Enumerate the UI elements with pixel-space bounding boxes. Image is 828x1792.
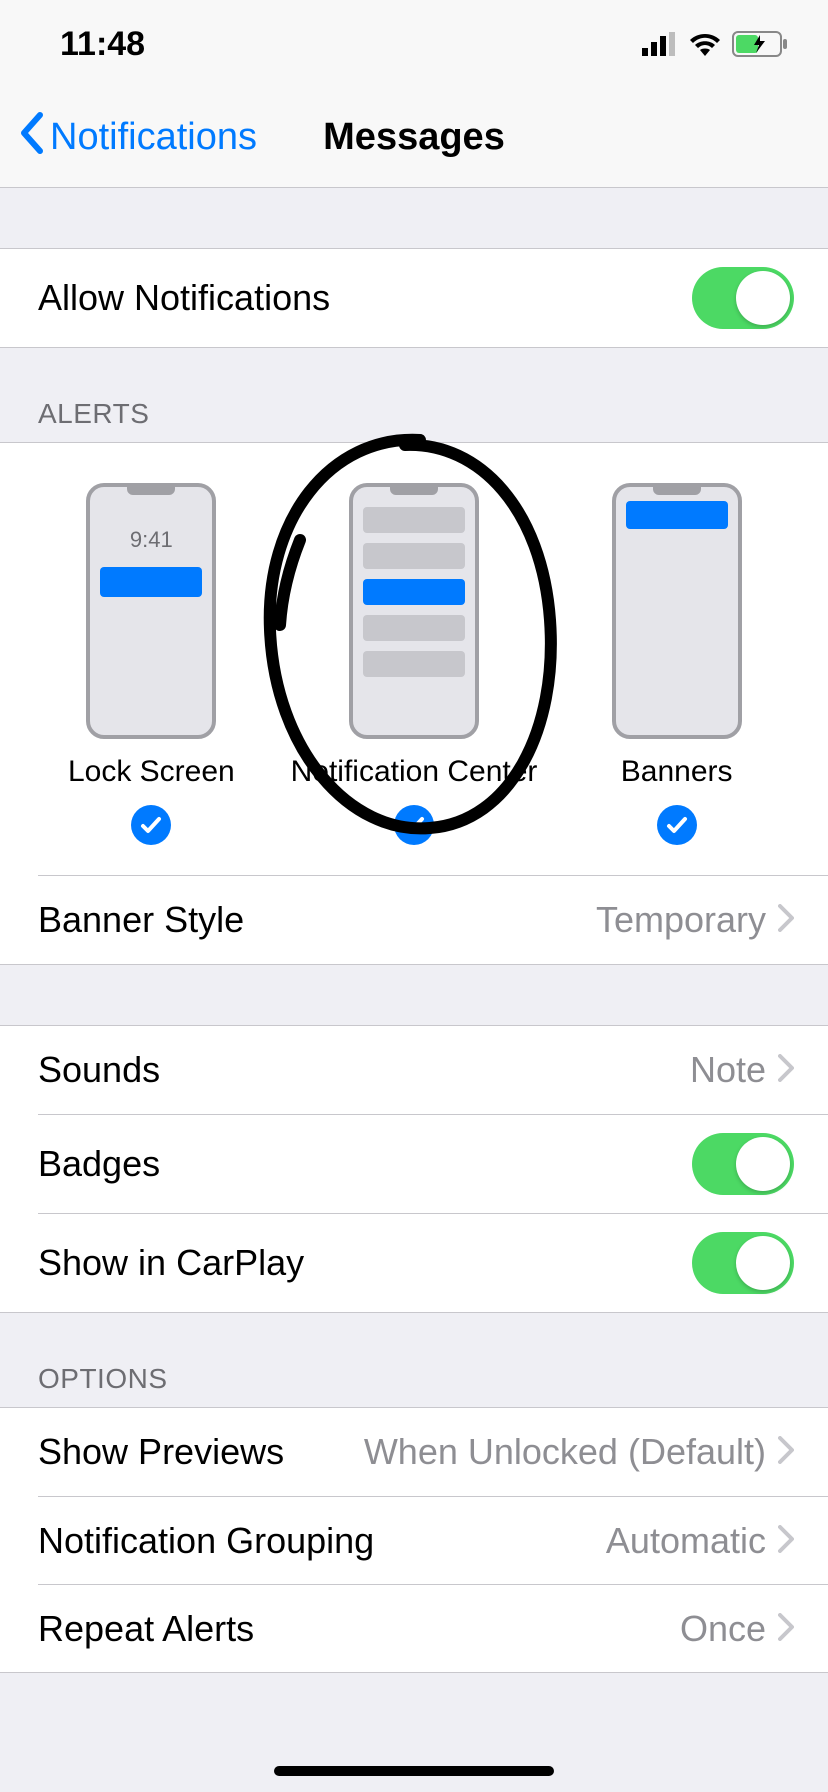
home-indicator[interactable] (274, 1766, 554, 1776)
checkmark-icon (394, 805, 434, 845)
options-header: OPTIONS (0, 1313, 828, 1407)
alert-label-lock-screen: Lock Screen (68, 755, 235, 789)
back-label: Notifications (50, 116, 257, 159)
notification-grouping-row[interactable]: Notification Grouping Automatic (38, 1496, 828, 1584)
show-previews-row[interactable]: Show Previews When Unlocked (Default) (0, 1408, 828, 1496)
alert-option-lock-screen[interactable]: 9:41 Lock Screen (20, 483, 283, 845)
notification-grouping-value: Automatic (606, 1520, 766, 1562)
group-options: OPTIONS Show Previews When Unlocked (Def… (0, 1313, 828, 1673)
repeat-alerts-value: Once (680, 1608, 766, 1650)
sounds-value: Note (690, 1049, 766, 1091)
carplay-label: Show in CarPlay (38, 1242, 304, 1284)
lock-screen-phone-icon: 9:41 (86, 483, 216, 739)
show-previews-value: When Unlocked (Default) (364, 1431, 766, 1473)
banner-style-row[interactable]: Banner Style Temporary (0, 876, 828, 964)
alert-label-notification-center: Notification Center (291, 755, 538, 789)
checkmark-icon (657, 805, 697, 845)
sounds-row[interactable]: Sounds Note (0, 1026, 828, 1114)
alert-option-banners[interactable]: Banners (545, 483, 808, 845)
badges-toggle[interactable] (692, 1133, 794, 1195)
nav-bar: Notifications Messages (0, 88, 828, 188)
status-indicators (642, 31, 788, 57)
status-bar: 11:48 (0, 0, 828, 88)
badges-row[interactable]: Badges (38, 1114, 828, 1213)
chevron-right-icon (778, 899, 794, 941)
alerts-header: ALERTS (0, 348, 828, 442)
carplay-toggle[interactable] (692, 1232, 794, 1294)
allow-notifications-label: Allow Notifications (38, 277, 330, 319)
chevron-right-icon (778, 1520, 794, 1562)
status-time: 11:48 (60, 25, 145, 64)
chevron-right-icon (778, 1608, 794, 1650)
allow-notifications-row[interactable]: Allow Notifications (0, 249, 828, 347)
chevron-left-icon (18, 111, 44, 165)
group-misc: Sounds Note Badges Show in CarPlay (0, 965, 828, 1313)
checkmark-icon (131, 805, 171, 845)
lock-screen-time: 9:41 (90, 527, 212, 553)
cellular-icon (642, 32, 678, 56)
chevron-right-icon (778, 1431, 794, 1473)
banners-phone-icon (612, 483, 742, 739)
sounds-label: Sounds (38, 1049, 160, 1091)
repeat-alerts-label: Repeat Alerts (38, 1608, 254, 1650)
notification-grouping-label: Notification Grouping (38, 1520, 374, 1562)
chevron-right-icon (778, 1049, 794, 1091)
badges-label: Badges (38, 1143, 160, 1185)
group-alerts: ALERTS 9:41 Lock Screen Notificati (0, 348, 828, 965)
alert-option-notification-center[interactable]: Notification Center (283, 483, 546, 845)
banner-style-value: Temporary (596, 899, 766, 941)
repeat-alerts-row[interactable]: Repeat Alerts Once (38, 1584, 828, 1672)
carplay-row[interactable]: Show in CarPlay (38, 1213, 828, 1312)
alerts-options-row: 9:41 Lock Screen Notification Center (0, 443, 828, 875)
banner-style-label: Banner Style (38, 899, 244, 941)
notification-center-phone-icon (349, 483, 479, 739)
back-button[interactable]: Notifications (0, 111, 257, 165)
wifi-icon (688, 32, 722, 56)
alert-label-banners: Banners (621, 755, 733, 789)
show-previews-label: Show Previews (38, 1431, 284, 1473)
allow-notifications-toggle[interactable] (692, 267, 794, 329)
group-allow: Allow Notifications (0, 188, 828, 348)
battery-charging-icon (732, 31, 788, 57)
